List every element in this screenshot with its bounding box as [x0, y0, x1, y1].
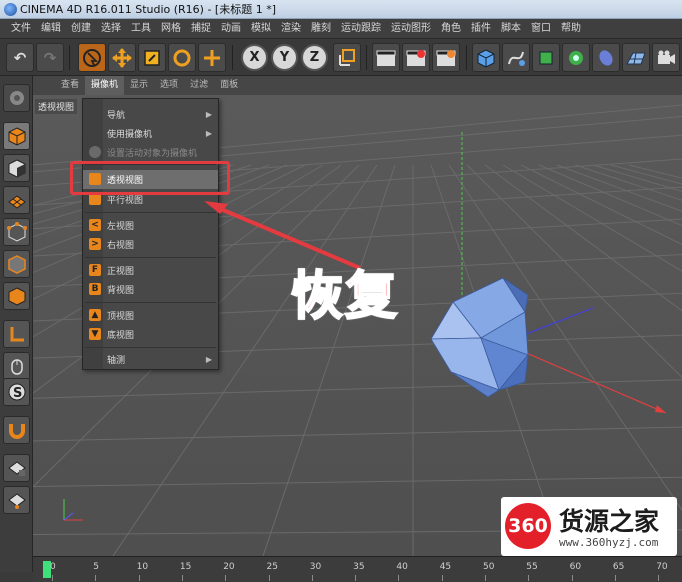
timeline-tick-mark [311, 575, 313, 581]
timeline-tick-label: 55 [526, 562, 538, 572]
timeline-tick-mark [181, 575, 183, 581]
timeline-tick-mark [571, 575, 573, 581]
timeline-tick-mark [441, 575, 443, 581]
timeline-tick-label: 15 [179, 562, 192, 572]
timeline-tick-label: 60 [569, 562, 582, 572]
timeline-tick-mark [95, 575, 97, 581]
timeline-tick-mark [528, 575, 530, 581]
timeline-tick-label: 65 [612, 562, 625, 572]
timeline-tick-mark [614, 575, 616, 581]
timeline-tick-label: 25 [266, 562, 278, 572]
timeline-tick-label: 50 [483, 562, 495, 572]
timeline-tick-label: 5 [93, 562, 100, 572]
timeline-tick-label: 35 [353, 562, 365, 572]
timeline-tick-mark [485, 575, 486, 581]
timeline-tick-mark [355, 575, 357, 581]
watermark: 360 货源之家 www.360hyzj.com [501, 497, 677, 556]
timeline-tick-mark [658, 575, 660, 581]
watermark-logo: 360 [505, 503, 551, 549]
timeline-tick-mark [398, 575, 400, 581]
annotation-text: 恢复 [290, 266, 400, 328]
timeline-tick-label: 30 [309, 562, 322, 572]
timeline-tick-label: 20 [223, 562, 235, 572]
timeline-tick-mark [52, 575, 53, 581]
watermark-url: www.360hyzj.com [559, 536, 659, 549]
timeline-tick-mark [138, 575, 140, 581]
timeline-tick-label: 70 [656, 562, 668, 572]
timeline-tick-label: 0 [50, 562, 56, 572]
timeline-tick-label: 40 [396, 562, 408, 572]
timeline-ruler[interactable]: 0 5 10 15 20 25 30 35 40 45 50 55 60 65 70 [33, 556, 682, 582]
timeline-tick-mark [225, 575, 227, 581]
watermark-title: 货源之家 [559, 507, 660, 536]
cinema4d-window: CINEMA 4D R16.011 Studio (R16) - [未标题 1 … [0, 0, 682, 582]
timeline-tick-mark [268, 575, 270, 581]
timeline-tick-label: 45 [439, 562, 452, 572]
timeline-tick-label: 10 [136, 562, 149, 572]
